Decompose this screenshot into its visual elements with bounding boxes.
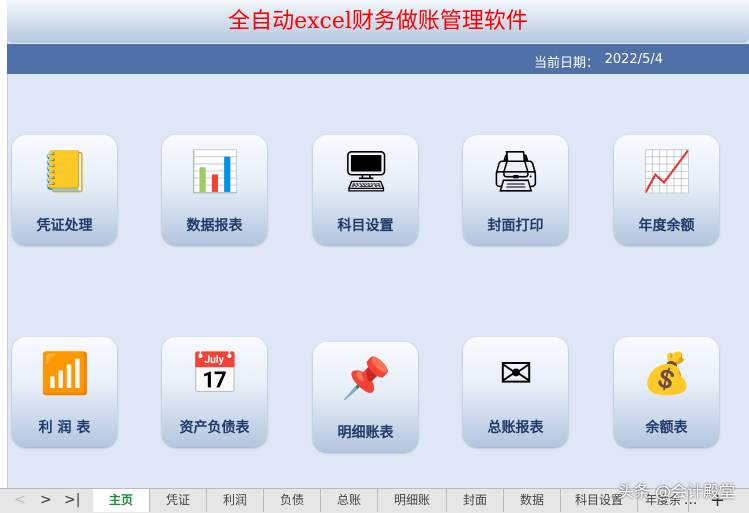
last-sheet-button[interactable]: >| — [64, 489, 80, 512]
sheet-tab[interactable]: 凭证 — [150, 489, 207, 512]
calendar-icon: 📅 — [190, 351, 240, 397]
printer-icon: 🖨 — [490, 149, 542, 195]
tile-6[interactable]: 📶 利 润 表 — [12, 337, 117, 447]
tile-label: 凭证处理 — [36, 218, 93, 234]
sheet-tab[interactable]: 封面 — [447, 489, 504, 512]
app-title: 全自动excel财务做账管理软件 — [7, 0, 749, 43]
tile-label: 余额表 — [645, 420, 688, 436]
watermark: 头条 @会计殿堂 — [617, 482, 735, 501]
date-value: 2022/5/4 — [604, 52, 663, 67]
money-bag-icon: 💰 — [642, 351, 692, 397]
sticky-note-pin-icon: 📌 — [341, 356, 391, 402]
tile-label: 数据报表 — [186, 218, 243, 234]
tile-label: 封面打印 — [487, 218, 544, 234]
tile-9[interactable]: ✉ 总账报表 — [463, 337, 568, 447]
tile-7[interactable]: 📅 资产负债表 — [162, 337, 267, 447]
tile-4[interactable]: 🖨 封面打印 — [463, 135, 568, 245]
sheet-tab[interactable]: 主页 — [93, 489, 150, 512]
3d-bar-chart-icon: 📶 — [40, 351, 90, 397]
next-sheet-button[interactable]: > — [40, 489, 52, 512]
settings-devices-icon: 🖥 — [340, 149, 392, 195]
tile-1[interactable]: 📒 凭证处理 — [12, 135, 117, 245]
sheet-tab[interactable]: 数据 — [504, 489, 561, 512]
prev-sheet-button[interactable]: < — [14, 489, 26, 512]
tile-3[interactable]: 🖥 科目设置 — [313, 135, 418, 245]
tile-5[interactable]: 📈 年度余额 — [614, 135, 719, 245]
sheet-tab[interactable]: 利润 — [207, 489, 264, 512]
email-icon: ✉ — [499, 351, 533, 397]
tile-label: 利 润 表 — [38, 420, 91, 436]
date-bar: 当前日期： 2022/5/4 — [7, 44, 749, 74]
tile-10[interactable]: 💰 余额表 — [614, 337, 719, 447]
voucher-book-icon: 📒 — [40, 149, 90, 195]
tile-8[interactable]: 📌 明细账表 — [313, 342, 418, 452]
bar-chart-icon: 📊 — [190, 149, 240, 195]
tile-label: 资产负债表 — [179, 420, 250, 436]
sheet-tab[interactable]: 明细账 — [378, 489, 447, 512]
presentation-chart-icon: 📈 — [642, 149, 692, 195]
tile-2[interactable]: 📊 数据报表 — [162, 135, 267, 245]
date-label: 当前日期： — [533, 56, 599, 71]
tile-label: 科目设置 — [337, 218, 394, 234]
tile-label: 总账报表 — [487, 420, 544, 436]
sheet-tab[interactable]: 总账 — [321, 489, 378, 512]
sheet-tab[interactable]: 负债 — [264, 489, 321, 512]
tile-label: 年度余额 — [638, 218, 695, 234]
tile-label: 明细账表 — [337, 425, 394, 441]
